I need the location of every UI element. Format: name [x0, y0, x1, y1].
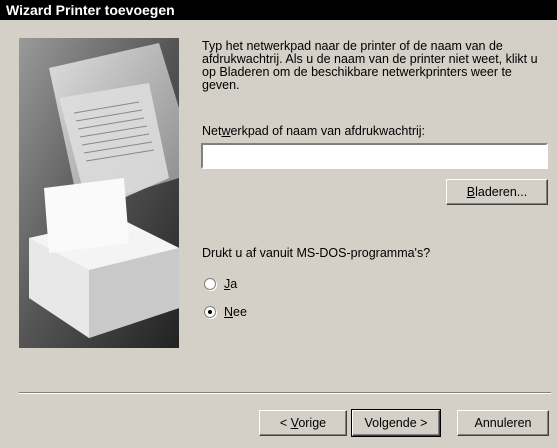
next-button[interactable]: Volgende > — [351, 409, 441, 437]
radio-button-nee[interactable] — [204, 306, 216, 318]
browse-button[interactable]: Bladeren... — [446, 179, 548, 205]
add-printer-wizard-window: Wizard Printer toevoegen Typ het netwerk… — [0, 0, 557, 448]
radio-label-nee: Nee — [224, 305, 247, 319]
network-path-input[interactable] — [201, 143, 548, 169]
instructions-text: Typ het netwerkpad naar de printer of de… — [202, 39, 538, 92]
radio-nee[interactable]: Nee — [204, 304, 247, 320]
footer-separator — [19, 392, 551, 394]
cancel-button[interactable]: Annuleren — [457, 410, 549, 436]
network-path-label: Netwerkpad of naam van afdrukwachtrij: — [202, 124, 426, 138]
ms-dos-question: Drukt u af vanuit MS-DOS-programma's? — [202, 246, 431, 260]
radio-ja[interactable]: Ja — [204, 276, 237, 292]
window-title: Wizard Printer toevoegen — [0, 0, 557, 20]
radio-button-ja[interactable] — [204, 278, 216, 290]
printer-illustration — [19, 38, 179, 348]
back-button[interactable]: < Vorige — [259, 410, 347, 436]
radio-label-ja: Ja — [224, 277, 238, 291]
